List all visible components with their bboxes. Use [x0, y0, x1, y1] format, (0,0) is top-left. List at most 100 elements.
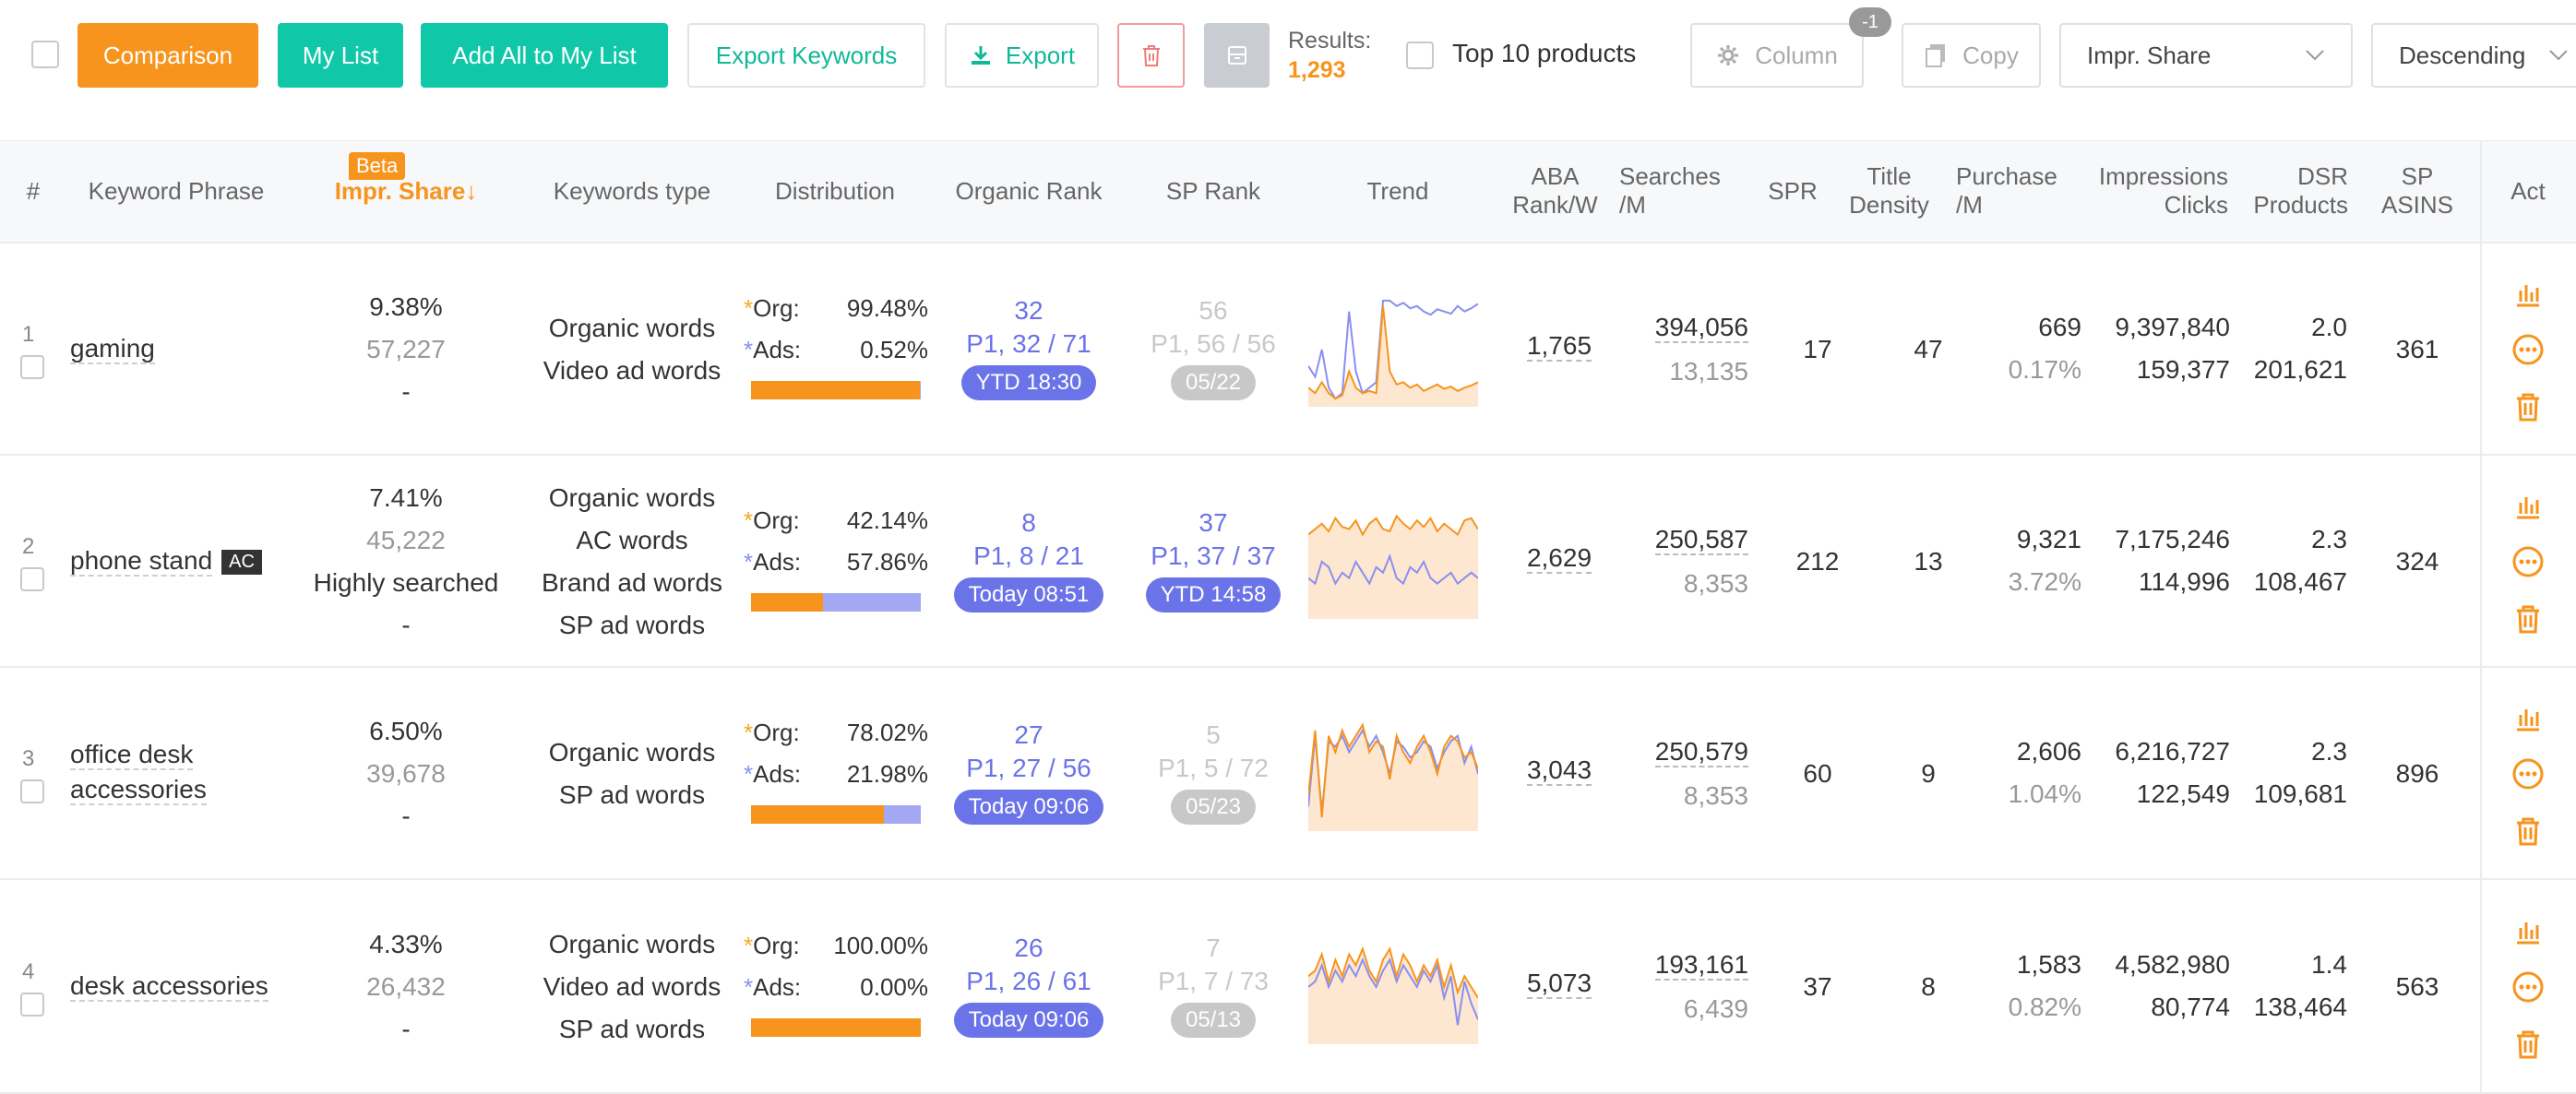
- sp-rank-page: P1, 37 / 37: [1151, 541, 1276, 570]
- chart-icon[interactable]: [2511, 278, 2545, 311]
- chevron-down-icon: [2549, 50, 2568, 61]
- header-purchase-line2: /M: [1956, 191, 1983, 219]
- ads-label-text: Ads:: [753, 336, 802, 363]
- row-checkbox[interactable]: [20, 355, 44, 379]
- aba-rank[interactable]: 1,765: [1526, 331, 1592, 362]
- header-index: #: [26, 177, 41, 205]
- copy-button[interactable]: Copy: [1902, 23, 2041, 88]
- keyword-link[interactable]: desk accessories: [70, 971, 268, 1002]
- trash-icon[interactable]: [2511, 602, 2545, 636]
- organic-rank-pill: YTD 18:30: [960, 365, 1097, 400]
- header-impr-share[interactable]: Impr. Share↓: [323, 177, 489, 206]
- column-button[interactable]: Column: [1690, 23, 1864, 88]
- add-all-to-my-list-button[interactable]: Add All to My List: [421, 23, 668, 88]
- export-keywords-button[interactable]: Export Keywords: [687, 23, 925, 88]
- header-dsr[interactable]: DSR Products: [2237, 162, 2348, 220]
- impr-share-share-dash: -: [401, 802, 411, 830]
- sort-field-select[interactable]: Impr. Share: [2059, 23, 2353, 88]
- clicks-value: 80,774: [2151, 993, 2230, 1021]
- aba-rank[interactable]: 5,073: [1526, 969, 1592, 999]
- trash-icon[interactable]: [2511, 390, 2545, 423]
- clicks-value: 159,377: [2136, 355, 2230, 384]
- trash-icon[interactable]: [2511, 815, 2545, 848]
- more-icon[interactable]: [2511, 970, 2545, 1004]
- aba-rank[interactable]: 2,629: [1526, 543, 1592, 574]
- ads-star: *: [744, 336, 754, 363]
- keyword-link[interactable]: gaming: [70, 334, 155, 364]
- keyword-type: Organic words: [548, 738, 716, 767]
- keyword-link[interactable]: phone stand: [70, 546, 213, 577]
- searches-value[interactable]: 250,587: [1654, 525, 1748, 555]
- organic-rank[interactable]: 27: [946, 720, 1112, 750]
- products-value: 109,681: [2253, 779, 2347, 808]
- header-organic-rank[interactable]: Organic Rank: [946, 177, 1112, 206]
- header-aba[interactable]: ABA Rank/W: [1502, 162, 1608, 220]
- keyword-type: Organic words: [548, 930, 716, 958]
- aba-rank[interactable]: 3,043: [1526, 755, 1592, 786]
- chart-icon[interactable]: [2511, 490, 2545, 523]
- header-trend: Trend: [1366, 177, 1429, 205]
- header-impressions[interactable]: Impressions Clicks: [2071, 162, 2228, 220]
- organic-rank-page: P1, 26 / 61: [966, 967, 1091, 995]
- header-keyword[interactable]: Keyword Phrase: [79, 177, 273, 206]
- header-spr[interactable]: SPR: [1760, 177, 1825, 206]
- header-title-density[interactable]: Title Density: [1841, 162, 1938, 220]
- row-checkbox[interactable]: [20, 993, 44, 1017]
- header-dsr-line2: Products: [2253, 191, 2348, 219]
- organic-rank[interactable]: 32: [946, 296, 1112, 326]
- chart-icon[interactable]: [2511, 915, 2545, 948]
- sp-rank[interactable]: 7: [1139, 933, 1287, 963]
- export-button[interactable]: Export: [945, 23, 1099, 88]
- organic-rank[interactable]: 26: [946, 933, 1112, 963]
- distribution-ads-bar: [823, 593, 921, 612]
- sp-rank[interactable]: 56: [1139, 296, 1287, 326]
- sp-rank[interactable]: 5: [1139, 720, 1287, 750]
- trash-icon[interactable]: [2511, 1028, 2545, 1061]
- impr-share-share: 9.38%: [369, 292, 443, 321]
- chart-icon[interactable]: [2511, 702, 2545, 735]
- sp-rank[interactable]: 37: [1139, 508, 1287, 538]
- more-icon[interactable]: [2511, 757, 2545, 791]
- trend-sparkline[interactable]: [1308, 717, 1478, 831]
- impr-share-share-extra: Highly searched: [313, 568, 499, 597]
- save-list-button[interactable]: [1204, 23, 1270, 88]
- more-icon[interactable]: [2511, 545, 2545, 578]
- top10-checkbox[interactable]: [1406, 42, 1434, 69]
- keyword-link[interactable]: office desk accessories: [70, 740, 207, 805]
- column-label: Column: [1755, 41, 1838, 69]
- header-distribution[interactable]: Distribution: [757, 177, 913, 206]
- sort-order-select[interactable]: Descending: [2371, 23, 2576, 88]
- distribution-org-bar: [751, 593, 823, 612]
- org-label-text: Org:: [753, 719, 800, 746]
- sp-rank-time: 05/22: [1130, 365, 1296, 400]
- header-keywords-type[interactable]: Keywords type: [540, 177, 724, 206]
- row-checkbox[interactable]: [20, 779, 44, 803]
- header-sp-asins[interactable]: SP ASINS: [2367, 162, 2468, 220]
- header-title-line1: Title: [1866, 162, 1912, 190]
- ads-value: 21.98%: [846, 760, 928, 788]
- row-checkbox[interactable]: [20, 567, 44, 591]
- delete-button[interactable]: [1117, 23, 1185, 88]
- searches-value[interactable]: 394,056: [1654, 313, 1748, 343]
- comparison-button[interactable]: Comparison: [78, 23, 258, 88]
- more-icon[interactable]: [2511, 333, 2545, 366]
- select-all-checkbox[interactable]: [31, 41, 59, 68]
- trend-sparkline[interactable]: [1308, 292, 1478, 407]
- sp-asins-value: 563: [2395, 972, 2439, 1001]
- organic-rank-time: Today 09:06: [936, 1003, 1121, 1038]
- trend-sparkline[interactable]: [1308, 930, 1478, 1044]
- header-sp-rank[interactable]: SP Rank: [1149, 177, 1278, 206]
- ads-value: 0.00%: [860, 973, 928, 1001]
- my-list-button[interactable]: My List: [278, 23, 403, 88]
- trend-sparkline[interactable]: [1308, 505, 1478, 619]
- organic-rank[interactable]: 8: [946, 508, 1112, 538]
- org-star: *: [744, 294, 754, 322]
- header-searches[interactable]: Searches /M: [1619, 162, 1739, 220]
- searches-value[interactable]: 193,161: [1654, 950, 1748, 981]
- searches-value[interactable]: 250,579: [1654, 737, 1748, 767]
- archive-icon: [1227, 46, 1246, 65]
- sp-rank-time: 05/13: [1130, 1003, 1296, 1038]
- ads-label: *Ads:: [744, 760, 801, 789]
- header-purchase[interactable]: Purchase /M: [1956, 162, 2076, 220]
- searches-cell: 193,161: [1624, 950, 1748, 981]
